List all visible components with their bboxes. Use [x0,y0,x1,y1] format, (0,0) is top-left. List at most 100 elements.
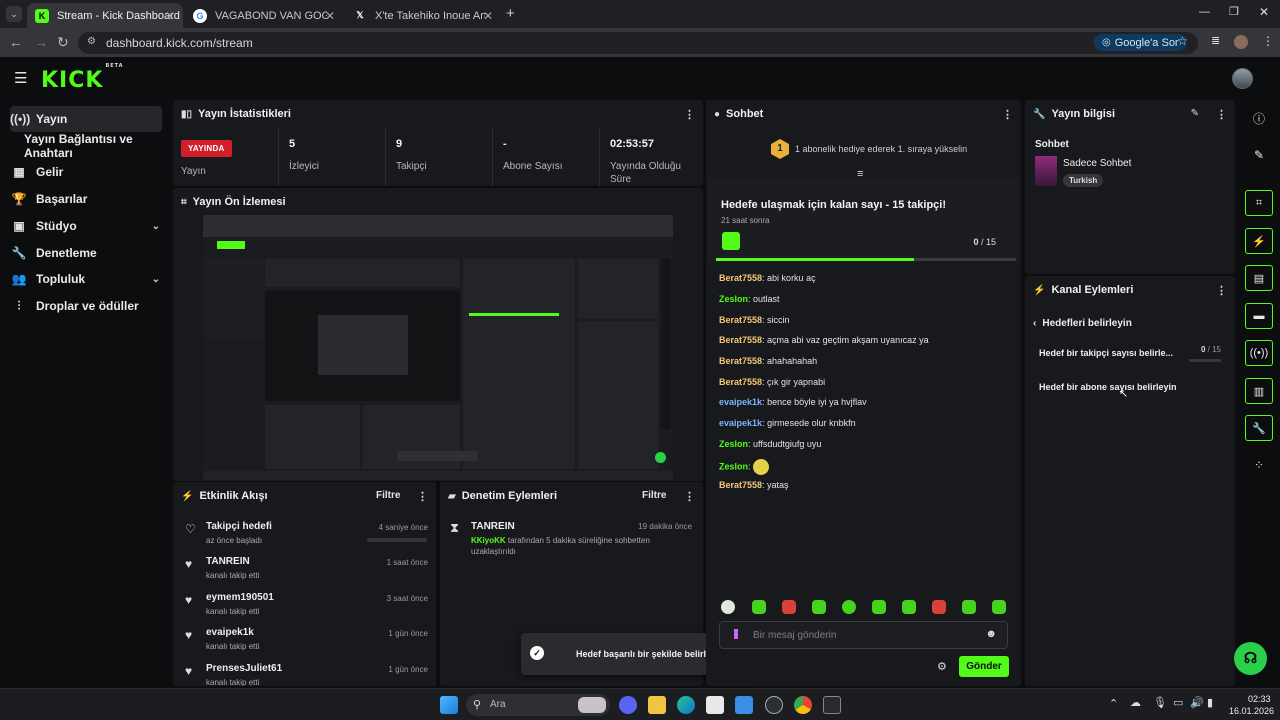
sidebar-item-denetleme[interactable]: 🔧 Denetleme [10,240,162,266]
broadcast-icon[interactable]: ((•)) [1245,340,1273,366]
sidebar-item-droplar[interactable]: ⫶ Droplar ve ödüller [10,293,162,319]
moderation-filter-button[interactable]: Filtre [642,490,666,501]
reload-icon[interactable]: ↻ [57,34,69,51]
file-explorer-icon[interactable] [648,696,666,714]
document-icon[interactable]: ▤ [1245,265,1273,291]
emote-icon[interactable] [932,600,946,614]
chat-username[interactable]: Berat7558 [719,377,762,387]
chat-username[interactable]: Zeslon [719,294,748,304]
emote-icon[interactable] [902,600,916,614]
reading-list-icon[interactable]: ≣ [1211,34,1220,47]
minimize-window-icon[interactable]: — [1199,6,1210,18]
browser-tab-kick-dashboard[interactable]: K Stream - Kick Dashboard ✕ [27,3,183,28]
sidebar-item-stream-key[interactable]: Yayın Bağlantısı ve Anahtarı [24,132,174,160]
subscriber-goal-option[interactable]: Hedef bir abone sayısı belirleyin [1039,377,1221,393]
bookmark-star-icon[interactable]: ☆ [1177,34,1188,48]
chat-input-box[interactable]: Bir mesaj gönderin ☻ [719,621,1008,649]
chat-bubble-icon[interactable]: ▬ [1245,303,1273,329]
more-options-icon[interactable]: ⋮ [417,490,428,503]
chat-username[interactable]: evaipek1k [719,418,762,428]
emote-icon[interactable] [992,600,1006,614]
close-tab-icon[interactable]: ✕ [483,9,493,23]
wrench-icon[interactable]: 🔧 [1245,415,1273,441]
lightning-icon: ⚡ [1033,284,1046,296]
address-bar[interactable]: ⚙ dashboard.kick.com/stream [78,32,1198,54]
emote-icon[interactable] [782,600,796,614]
clip-icon[interactable]: ⌗ [1245,190,1273,216]
browser-tab-x[interactable]: 𝕏 X'te Takehiko Inoue Art: "Vagab ✕ [345,3,501,28]
layout-icon[interactable]: ▥ [1245,378,1273,404]
emote-icon[interactable] [842,600,856,614]
edge-icon[interactable] [677,696,695,714]
user-avatar[interactable] [1232,68,1253,89]
store-icon[interactable] [706,696,724,714]
windows-start-icon[interactable] [440,696,458,714]
network-icon[interactable]: ▭ [1173,696,1183,709]
edit-pencil-icon[interactable]: ✎ [1245,142,1273,168]
emote-icon[interactable] [872,600,886,614]
taskbar-search-box[interactable]: ⚲ Ara [466,694,610,716]
sidebar-item-basarilar[interactable]: 🏆 Başarılar [10,186,162,212]
discord-icon[interactable] [619,696,637,714]
site-info-icon[interactable]: ⚙ [87,36,96,47]
activity-filter-button[interactable]: Filtre [376,490,400,501]
chat-username[interactable]: Zeslon [719,439,748,449]
emoji-picker-icon[interactable]: ☻ [985,628,997,640]
emote-icon[interactable] [962,600,976,614]
back-arrow-icon[interactable]: ← [9,34,23,50]
back-to-goals[interactable]: ‹ Hedefleri belirleyin [1033,318,1132,329]
microphone-icon[interactable]: 🎙 [1153,696,1167,709]
emote-icon[interactable] [752,600,766,614]
onedrive-icon[interactable]: ☁ [1130,696,1141,709]
more-options-icon[interactable]: ⋮ [1216,108,1227,121]
follower-goal-option[interactable]: Hedef bir takipçi sayısı belirle... 0 / … [1039,345,1221,368]
chat-settings-gear-icon[interactable]: ⚙ [937,660,947,673]
more-options-icon[interactable]: ⋮ [684,108,695,121]
send-button[interactable]: Gönder [959,656,1009,677]
chat-username[interactable]: Berat7558 [719,335,762,345]
volume-icon[interactable]: 🔊 [1190,696,1204,709]
close-tab-icon[interactable]: ✕ [165,9,175,23]
google-ask-button[interactable]: ◎ Google'a Sor [1094,34,1187,51]
battery-icon[interactable]: ▮ [1207,696,1213,709]
sidebar-item-yayin[interactable]: ((•)) Yayın [10,106,162,132]
clock-date[interactable]: 16.01.2026 [1229,706,1274,716]
help-button[interactable]: ☊ [1234,642,1267,675]
edit-pencil-icon[interactable]: ✎ [1191,108,1199,119]
epic-games-icon[interactable] [823,696,841,714]
steam-icon[interactable] [765,696,783,714]
chat-username[interactable]: Berat7558 [719,315,762,325]
stream-preview-video[interactable] [203,215,673,480]
profile-avatar-icon[interactable] [1234,35,1248,49]
close-tab-icon[interactable]: ✕ [325,9,335,23]
info-icon[interactable]: ⓘ [1245,105,1273,131]
clock-time[interactable]: 02:33 [1248,694,1271,704]
mail-icon[interactable] [735,696,753,714]
lightning-icon[interactable]: ⚡ [1245,228,1273,254]
hamburger-menu-icon[interactable]: ☰ [14,69,27,87]
browser-tab-google[interactable]: G VAGABOND VAN GOGH - Goog ✕ [185,3,343,28]
new-tab-icon[interactable]: + [506,5,515,22]
browser-menu-icon[interactable]: ⋮ [1262,34,1274,48]
more-options-icon[interactable]: ⋮ [1216,284,1227,297]
sidebar-item-topluluk[interactable]: 👥 Topluluk ⌄ [10,266,162,292]
more-options-icon[interactable]: ⋮ [1002,108,1013,121]
more-options-icon[interactable]: ⋮ [684,490,695,503]
kick-logo[interactable]: KICKBETA [41,63,124,93]
tab-list-dropdown-icon[interactable]: ⌄ [6,6,22,22]
sidebar-item-studyo[interactable]: ▣ Stüdyo ⌄ [10,213,162,239]
add-widget-icon[interactable]: ⁘ [1245,452,1273,478]
emote-icon[interactable] [721,600,735,614]
emote-icon[interactable] [812,600,826,614]
chat-username[interactable]: Berat7558 [719,480,762,490]
close-window-icon[interactable]: ✕ [1259,5,1269,19]
chat-username[interactable]: Zeslon [719,461,748,471]
chat-username[interactable]: evaipek1k [719,397,762,407]
tray-chevron-up-icon[interactable]: ⌃ [1109,697,1118,710]
chrome-icon[interactable] [794,696,812,714]
chat-username[interactable]: Berat7558 [719,356,762,366]
restore-window-icon[interactable]: ❐ [1229,5,1239,18]
chat-username[interactable]: Berat7558 [719,273,762,283]
sidebar-item-gelir[interactable]: ▦ Gelir [10,159,162,185]
forward-arrow-icon[interactable]: → [34,34,48,50]
